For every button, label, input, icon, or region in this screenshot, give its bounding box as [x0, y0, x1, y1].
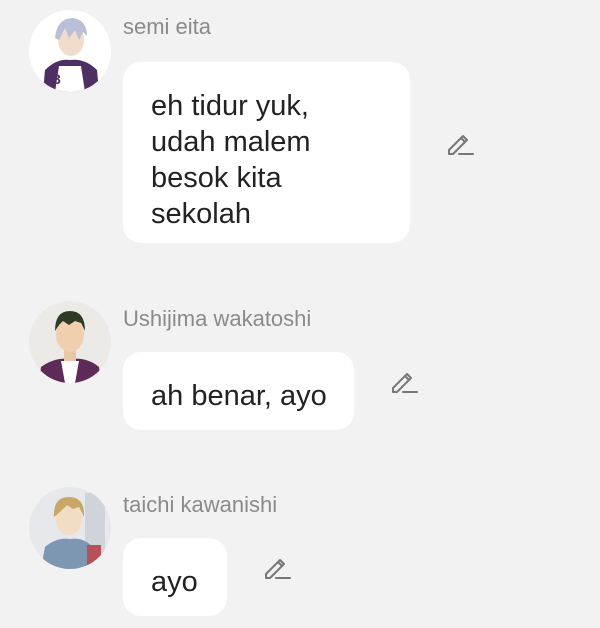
edit-message-button[interactable] — [389, 366, 419, 396]
message-line: sekolah — [151, 198, 251, 230]
edit-message-button[interactable] — [262, 552, 292, 582]
message-line: udah malem — [151, 126, 311, 158]
svg-text:3: 3 — [53, 71, 61, 87]
sender-name: semi eita — [123, 14, 212, 39]
message-bubble[interactable]: ah benar, ayo — [123, 352, 354, 430]
message-line: besok kita — [151, 162, 282, 194]
semi-eita-avatar-icon: 3 — [29, 10, 111, 92]
sender-name: taichi kawanishi — [123, 492, 278, 517]
edit-message-button[interactable] — [445, 128, 475, 158]
ushijima-wakatoshi-avatar-icon — [29, 301, 111, 383]
avatar[interactable] — [29, 487, 111, 569]
message-line: eh tidur yuk, — [151, 90, 309, 122]
avatar[interactable] — [29, 301, 111, 383]
message-line: ah benar, ayo — [151, 380, 327, 412]
taichi-kawanishi-avatar-icon — [29, 487, 111, 569]
sender-name: Ushijima wakatoshi — [123, 306, 312, 331]
pencil-icon — [265, 559, 291, 579]
message-line: ayo — [151, 566, 198, 598]
avatar[interactable]: 3 — [29, 10, 111, 92]
message-bubble[interactable]: ayo — [123, 538, 227, 616]
pencil-icon — [392, 373, 418, 393]
message-bubble[interactable]: eh tidur yuk, udah malem besok kita seko… — [123, 62, 410, 243]
pencil-icon — [448, 135, 474, 155]
